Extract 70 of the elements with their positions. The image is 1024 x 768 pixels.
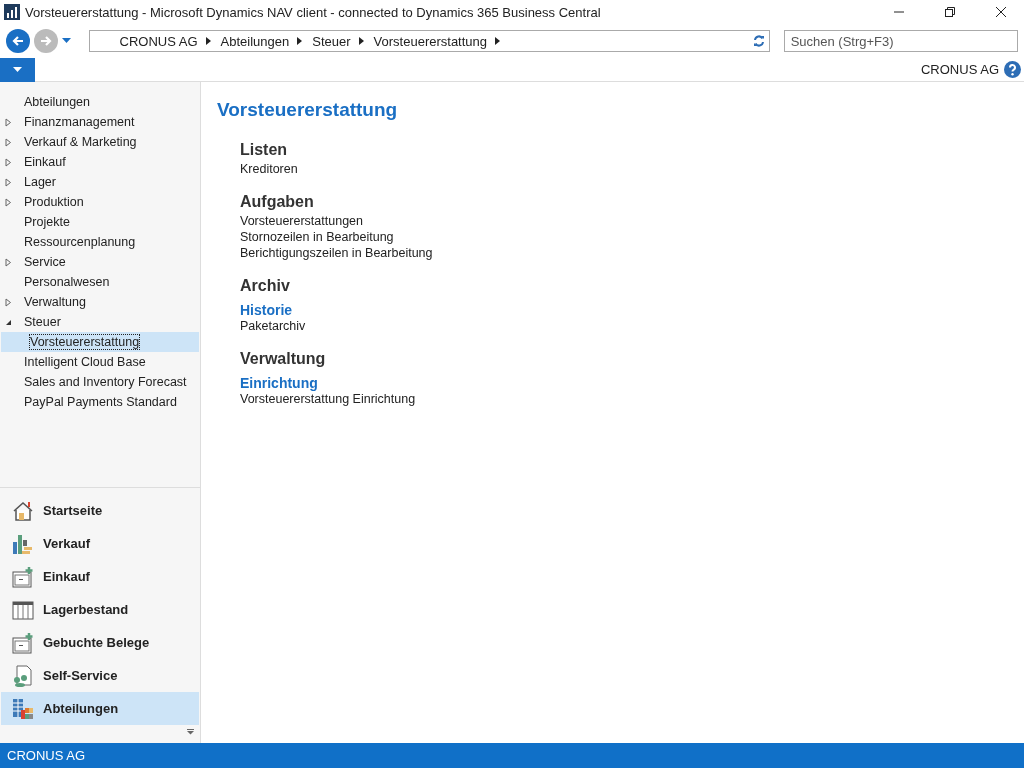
- nav-button[interactable]: Startseite: [1, 494, 199, 527]
- tree-item[interactable]: Abteilungen: [0, 92, 200, 112]
- status-company: CRONUS AG: [7, 748, 85, 763]
- tree-item[interactable]: Verwaltung: [0, 292, 200, 312]
- subsection-heading: Historie: [240, 302, 294, 318]
- search-field[interactable]: Suchen (Strg+F3): [783, 30, 1018, 52]
- nav-button[interactable]: Einkauf: [1, 560, 199, 593]
- breadcrumb-arrow-icon[interactable]: [358, 37, 364, 45]
- tree-item[interactable]: Personalwesen: [0, 272, 200, 292]
- breadcrumb-arrow-icon[interactable]: [205, 37, 211, 45]
- section-heading: Verwaltung: [240, 350, 327, 368]
- company-name: CRONUS AG: [921, 62, 999, 77]
- section-heading: Listen: [240, 141, 289, 159]
- arrow-right-icon: [38, 34, 53, 48]
- breadcrumb-link[interactable]: Vorsteuererstattung: [373, 33, 488, 49]
- tree-item[interactable]: Produktion: [0, 192, 200, 212]
- breadcrumb-arrow-icon[interactable]: [495, 37, 501, 45]
- tree-item[interactable]: Finanzmanagement: [0, 112, 200, 132]
- chart-icon: [12, 532, 34, 555]
- action-link[interactable]: Vorsteuererstattung Einrichtung: [240, 391, 1008, 407]
- tree-item[interactable]: Steuer: [0, 312, 200, 332]
- section-heading: Aufgaben: [240, 193, 315, 211]
- window-title: Vorsteuererstattung - Microsoft Dynamics NAV client - connected to Dynamics 365 Business Central: [25, 4, 602, 20]
- subsection-heading: Einrichtung: [240, 375, 319, 391]
- tree-item[interactable]: Lager: [0, 172, 200, 192]
- document-plus-icon: [12, 565, 34, 588]
- document-plus-icon: [12, 631, 34, 654]
- help-icon[interactable]: [1004, 61, 1021, 78]
- table-icon: [12, 598, 34, 621]
- more-options-icon[interactable]: [187, 729, 194, 735]
- menu-button[interactable]: [0, 57, 35, 82]
- refresh-icon[interactable]: [752, 35, 765, 47]
- caret-icon: [13, 66, 22, 73]
- tree-item[interactable]: Service: [0, 252, 200, 272]
- action-link[interactable]: Kreditoren: [240, 161, 1008, 177]
- breadcrumb-link[interactable]: Steuer: [312, 33, 351, 49]
- collapsed-icon[interactable]: [5, 257, 12, 267]
- close-icon[interactable]: [995, 6, 1007, 18]
- action-link[interactable]: Berichtigungszeilen in Bearbeitung: [240, 245, 1008, 261]
- breadcrumb-arrow-icon[interactable]: [297, 37, 303, 45]
- action-link[interactable]: Paketarchiv: [240, 318, 1008, 334]
- breadcrumb-link[interactable]: Abteilungen: [220, 33, 290, 49]
- restore-icon[interactable]: [944, 6, 956, 18]
- tree-item[interactable]: Einkauf: [0, 152, 200, 172]
- tree-item[interactable]: Verkauf & Marketing: [0, 132, 200, 152]
- collapsed-icon[interactable]: [5, 297, 12, 307]
- action-link[interactable]: Stornozeilen in Bearbeitung: [240, 229, 1008, 245]
- app-icon: [4, 4, 20, 20]
- address-bar[interactable]: CRONUS AG Abteilungen Steuer Vorsteuererstattung: [88, 30, 770, 52]
- action-link[interactable]: Vorsteuererstattungen: [240, 213, 1008, 229]
- breadcrumb-link[interactable]: CRONUS AG: [119, 33, 198, 49]
- house-icon: [12, 499, 34, 522]
- tree-item[interactable]: Vorsteuererstattung: [1, 332, 199, 352]
- tree-item[interactable]: Projekte: [0, 212, 200, 232]
- tree-item[interactable]: PayPal Payments Standard: [0, 392, 200, 412]
- departments-icon: [12, 697, 34, 720]
- nav-button[interactable]: Gebuchte Belege: [1, 626, 199, 659]
- back-button[interactable]: [6, 29, 30, 53]
- nav-button[interactable]: Verkauf: [1, 527, 199, 560]
- nav-button[interactable]: Self-Service: [1, 659, 199, 692]
- nav-button[interactable]: Abteilungen: [1, 692, 199, 725]
- page-title: Vorsteuererstattung: [217, 99, 399, 121]
- people-document-icon: [12, 664, 34, 687]
- arrow-left-icon: [10, 34, 25, 48]
- section-heading: Archiv: [240, 277, 291, 295]
- tree-item[interactable]: Ressourcenplanung: [0, 232, 200, 252]
- tree-item[interactable]: Intelligent Cloud Base: [0, 352, 200, 372]
- dropdown-caret-icon[interactable]: [61, 38, 71, 44]
- nav-button[interactable]: Lagerbestand: [1, 593, 199, 626]
- tree-item[interactable]: Sales and Inventory Forecast: [0, 372, 200, 392]
